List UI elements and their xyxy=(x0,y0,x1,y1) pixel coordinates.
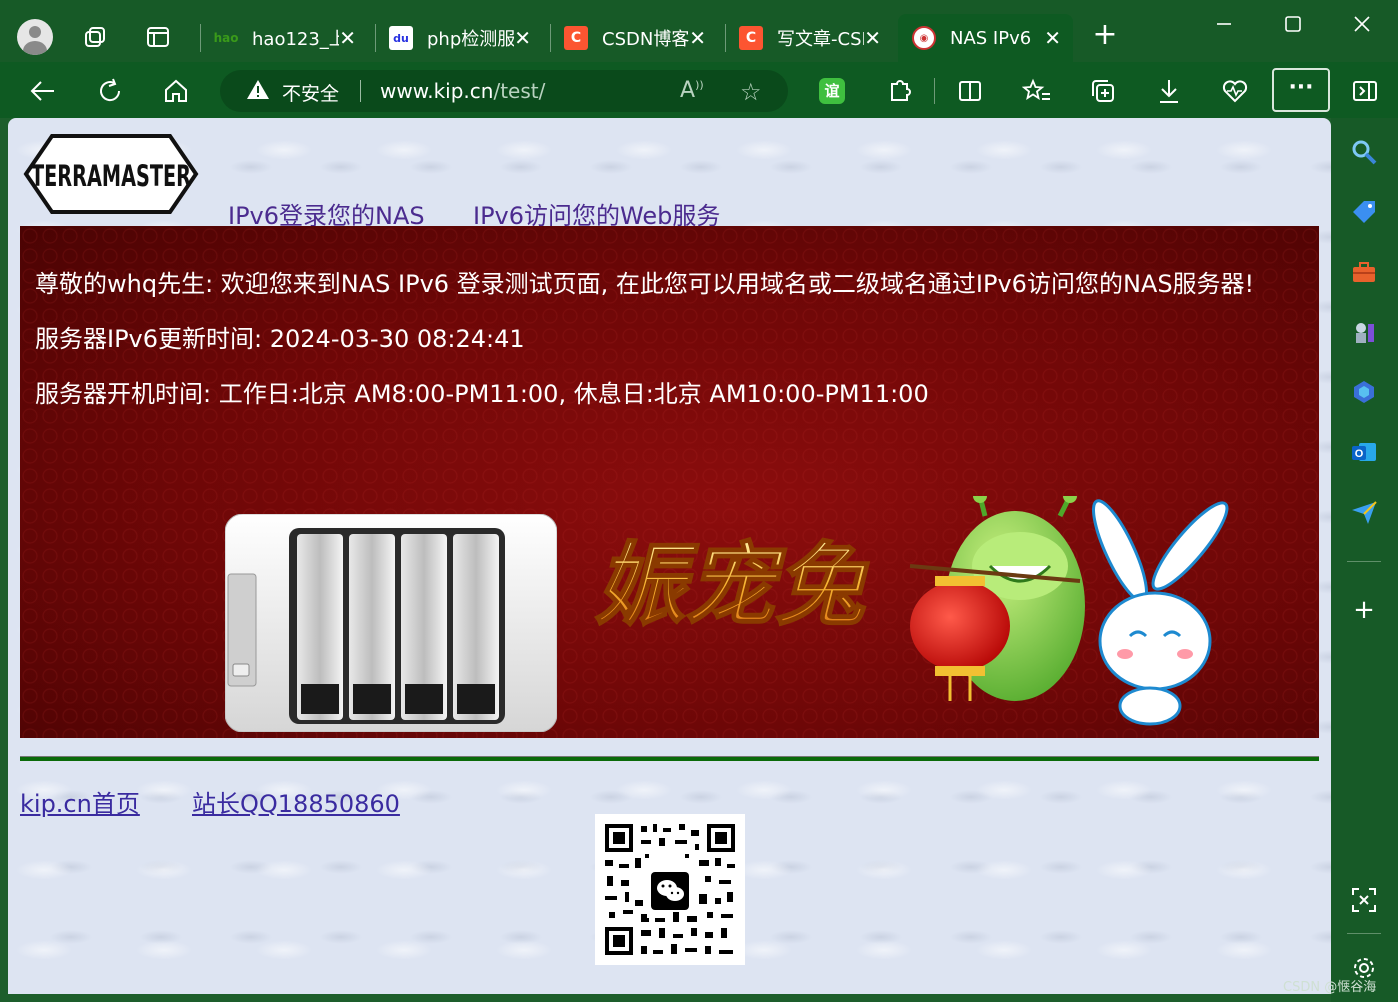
welcome-banner: 尊敬的whq先生: 欢迎您来到NAS IPv6 登录测试页面, 在此您可以用域名… xyxy=(20,226,1319,738)
extension-green-icon[interactable]: 谊 xyxy=(817,76,847,106)
sidebar-divider xyxy=(1347,933,1381,934)
edge-sidebar: O + xyxy=(1331,118,1398,1002)
add-sidebar-app-icon[interactable]: + xyxy=(1350,596,1378,624)
tab-title: CSDN博客 xyxy=(602,29,690,50)
settings-more-button[interactable]: ··· xyxy=(1272,68,1330,112)
nas-device-image xyxy=(225,514,557,732)
search-icon[interactable] xyxy=(1350,138,1378,166)
extensions-puzzle-icon[interactable] xyxy=(884,76,914,106)
wechat-qr-code xyxy=(595,814,745,965)
vertical-tabs-icon[interactable] xyxy=(145,24,171,50)
calligraphy-text: 娠宠兔 xyxy=(595,532,869,638)
kip-home-link[interactable]: kip.cn首页 xyxy=(20,784,140,819)
warning-icon[interactable] xyxy=(246,78,270,102)
terramaster-logo: TERRAMASTER xyxy=(23,134,199,214)
profile-avatar[interactable] xyxy=(17,19,53,55)
hao-icon: hao xyxy=(213,31,239,45)
shopping-tag-icon[interactable] xyxy=(1350,198,1378,226)
close-icon[interactable]: ✕ xyxy=(864,26,881,50)
games-icon[interactable] xyxy=(1350,318,1378,346)
new-tab-button[interactable]: + xyxy=(1092,20,1118,50)
web-page-viewport: TERRAMASTER IPv6登录您的NAS IPv6访问您的Web服务 尊敬… xyxy=(8,118,1331,994)
tab-title: hao123_上网从这里开始 xyxy=(252,29,340,50)
nas-site-icon: ◉ xyxy=(912,26,936,50)
favorite-star-icon[interactable]: ☆ xyxy=(740,78,762,106)
sidebar-divider xyxy=(1347,561,1381,562)
tab-hao123[interactable]: hao hao123_上网从这里开始 ✕ xyxy=(200,14,368,62)
home-button[interactable] xyxy=(161,76,191,106)
url-domain: www.kip.cn xyxy=(380,79,494,103)
back-button[interactable] xyxy=(28,76,58,106)
refresh-button[interactable] xyxy=(95,76,125,106)
csdn-icon: C xyxy=(564,26,588,50)
collections-icon[interactable] xyxy=(1088,76,1118,106)
sidebar-toggle-icon[interactable] xyxy=(1350,76,1380,106)
url-path: /test/ xyxy=(493,79,546,103)
webmaster-qq-link[interactable]: 站长QQ18850860 xyxy=(192,784,400,819)
close-icon[interactable]: ✕ xyxy=(339,26,356,50)
tab-title: NAS IPv6 xyxy=(950,27,1032,49)
welcome-text: 尊敬的whq先生: 欢迎您来到NAS IPv6 登录测试页面, 在此您可以用域名… xyxy=(35,270,1255,298)
tab-bar: hao hao123_上网从这里开始 ✕ du php检测服务器 ✕ C CSD… xyxy=(0,0,1398,62)
workspaces-icon[interactable] xyxy=(82,24,108,50)
tab-nas-ipv6[interactable]: ◉ NAS IPv6 ✕ xyxy=(898,14,1073,62)
read-aloud-icon[interactable]: A)) xyxy=(680,78,704,103)
address-bar[interactable]: 不安全 www.kip.cn/test/ A)) ☆ xyxy=(220,70,788,112)
browser-essentials-icon[interactable] xyxy=(1220,76,1250,106)
tab-php-check[interactable]: du php检测服务器 ✕ xyxy=(375,14,543,62)
navigation-toolbar: 不安全 www.kip.cn/test/ A)) ☆ 谊 ··· xyxy=(0,62,1398,118)
security-label[interactable]: 不安全 xyxy=(282,79,339,106)
server-uptime: 服务器开机时间: 工作日:北京 AM8:00-PM11:00, 休息日:北京 A… xyxy=(35,380,929,408)
ipv6-update-time: 服务器IPv6更新时间: 2024-03-30 08:24:41 xyxy=(35,325,525,353)
copilot-icon[interactable] xyxy=(1350,378,1378,406)
minimize-button[interactable] xyxy=(1214,14,1234,34)
csdn-icon: C xyxy=(739,26,763,50)
outlook-icon[interactable]: O xyxy=(1350,438,1378,466)
footer-divider xyxy=(20,756,1319,761)
toolbar-divider xyxy=(934,78,935,104)
url-text[interactable]: www.kip.cn/test/ xyxy=(380,79,545,103)
baidu-paw-icon: du xyxy=(389,26,413,50)
address-separator xyxy=(360,80,361,102)
screenshot-icon[interactable] xyxy=(1350,886,1378,914)
send-icon[interactable] xyxy=(1350,498,1378,526)
svg-text:TERRAMASTER: TERRAMASTER xyxy=(31,159,191,193)
close-window-button[interactable] xyxy=(1352,14,1372,34)
close-icon[interactable]: ✕ xyxy=(514,26,531,50)
tab-title: 写文章-CSDN xyxy=(777,29,864,50)
split-screen-icon[interactable] xyxy=(955,76,985,106)
svg-text:O: O xyxy=(1355,448,1364,460)
close-icon[interactable]: ✕ xyxy=(689,26,706,50)
close-icon[interactable]: ✕ xyxy=(1044,26,1061,50)
toolbox-icon[interactable] xyxy=(1350,258,1378,286)
tab-title: php检测服务器 xyxy=(427,29,515,50)
maximize-button[interactable] xyxy=(1283,14,1303,34)
download-icon[interactable] xyxy=(1154,76,1184,106)
tab-write-article[interactable]: C 写文章-CSDN ✕ xyxy=(725,14,893,62)
favorites-list-icon[interactable] xyxy=(1021,76,1052,106)
csdn-watermark: CSDN @惬谷海 xyxy=(1283,980,1377,995)
tab-csdn-blog[interactable]: C CSDN博客 ✕ xyxy=(550,14,718,62)
rabbit-mascot-artwork: 娠宠兔 xyxy=(594,496,1229,726)
